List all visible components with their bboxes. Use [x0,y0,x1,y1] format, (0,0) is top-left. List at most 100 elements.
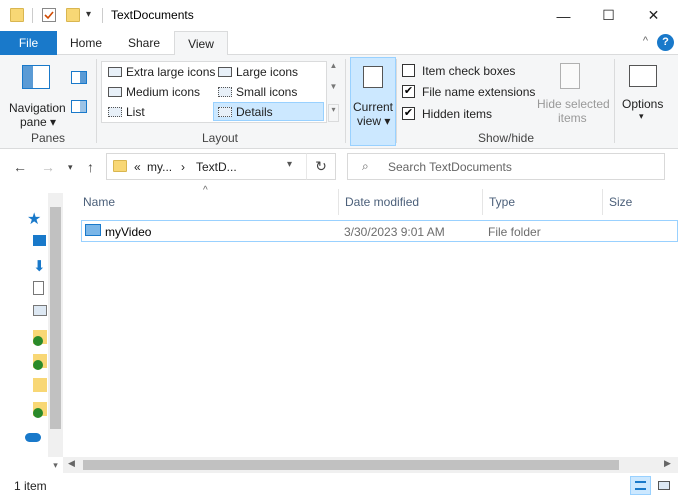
layout-extra-large-icons[interactable]: Extra large icons [104,63,215,82]
quick-access-star-icon[interactable]: ★ [27,209,41,228]
details-view-icon [635,481,646,490]
help-button[interactable]: ? [657,34,674,51]
options-dropdown-icon: ▾ [639,111,644,121]
forward-arrow-icon[interactable]: → [41,159,55,175]
pictures-icon[interactable] [33,305,47,316]
file-list: ^ Name Date modified Type Size myVideo 3… [63,185,678,457]
details-view-toggle[interactable] [630,476,651,495]
customize-toolbar-icon[interactable]: ▾ [86,9,91,20]
folder-icon[interactable] [33,354,47,370]
documents-icon[interactable] [33,281,44,295]
item-check-boxes-label: Item check boxes [422,64,516,78]
nav-scroll-down-icon[interactable]: ▾ [48,457,63,473]
hide-selected-items-button[interactable]: Hide selected items [534,59,610,127]
breadcrumb-overflow[interactable]: « [134,160,141,174]
back-arrow-icon[interactable]: ← [13,159,27,175]
layout-gallery: Extra large icons Large icons Medium ico… [101,61,327,123]
table-row[interactable]: myVideo 3/30/2023 9:01 AM File folder [81,220,678,242]
onedrive-cloud-icon[interactable] [25,433,41,442]
scroll-left-icon[interactable]: ◀ [68,458,75,469]
folder-icon [10,8,24,22]
item-count: 1 item [14,479,47,493]
details-pane-icon[interactable] [71,100,87,113]
search-box[interactable]: ⌕ Search TextDocuments [347,153,665,180]
folder-icon[interactable] [33,378,47,392]
current-view-icon [363,66,383,88]
file-name-extensions-label: File name extensions [422,85,536,99]
layout-item-label: Details [236,105,273,119]
ribbon-tabs: File Home Share View ^ ? [0,31,678,56]
divider [96,59,97,143]
preview-pane-icon[interactable] [71,71,87,84]
layout-large-icons[interactable]: Large icons [214,63,298,82]
extra-large-icons-icon [108,67,122,77]
item-check-boxes-checkbox[interactable] [402,64,415,77]
folder-icon[interactable] [33,330,47,346]
panes-group-label: Panes [30,131,66,145]
layout-expand-icon[interactable]: ▾ [328,104,339,122]
medium-icons-icon [108,87,122,97]
tab-view[interactable]: View [174,31,228,56]
search-icon: ⌕ [362,159,369,173]
address-dropdown-icon[interactable]: ▾ [287,159,292,170]
tab-home[interactable]: Home [62,31,110,55]
collapse-ribbon-button[interactable]: ^ [643,35,648,47]
layout-item-label: Medium icons [126,85,201,99]
downloads-icon[interactable]: ⬇ [33,257,47,275]
layout-item-label: Small icons [236,85,298,99]
hide-selected-icon [560,63,580,89]
divider [482,189,483,215]
navigation-pane-button[interactable]: Navigation pane ▾ [6,59,68,129]
nav-pane-scroll-thumb[interactable] [50,207,61,429]
layout-small-icons[interactable]: Small icons [214,83,297,102]
breadcrumb-separator[interactable]: › [181,160,185,174]
options-label: Options [622,97,664,111]
nav-pane-scrollbar[interactable] [48,193,63,457]
properties-icon[interactable] [42,8,56,22]
folder-icon[interactable] [33,402,47,418]
horizontal-scrollbar[interactable]: ◀ ▶ [63,457,678,473]
minimize-button[interactable]: — [541,0,586,31]
desktop-icon[interactable] [33,235,46,246]
column-header-date-modified[interactable]: Date modified [345,195,419,209]
new-folder-icon[interactable] [66,8,80,22]
current-view-label-2: view [357,114,382,128]
address-bar[interactable]: « my... › TextD... ▾ [106,153,336,180]
column-header-type[interactable]: Type [489,195,515,209]
layout-scroll-down-icon[interactable]: ▼ [328,82,339,102]
file-name-extensions-checkbox[interactable]: ✔ [402,85,415,98]
refresh-button[interactable]: ↻ [306,153,336,180]
large-icons-view-icon [658,481,670,490]
list-icon [108,107,122,117]
layout-scroll-up-icon[interactable]: ▲ [328,61,339,81]
navigation-pane: ★ ⬇ [0,185,63,457]
hide-selected-label: Hide selected [537,97,610,111]
layout-list[interactable]: List [104,103,145,122]
horizontal-scroll-thumb[interactable] [83,460,619,470]
search-placeholder: Search TextDocuments [388,160,512,174]
layout-medium-icons[interactable]: Medium icons [104,83,200,102]
hidden-items-checkbox[interactable]: ✔ [402,107,415,120]
layout-details[interactable]: Details [213,102,324,121]
small-icons-icon [218,87,232,97]
tab-file[interactable]: File [0,31,57,55]
column-header-size[interactable]: Size [609,195,632,209]
column-header-name[interactable]: Name [83,195,115,209]
layout-item-label: Large icons [236,65,299,79]
file-date-modified: 3/30/2023 9:01 AM [344,225,445,239]
up-arrow-icon[interactable]: ↑ [87,159,94,175]
status-bar: 1 item [0,473,678,498]
breadcrumb-item[interactable]: TextD... [196,160,237,174]
hide-selected-label-2: items [558,111,587,125]
recent-locations-icon[interactable]: ▾ [68,162,73,173]
breadcrumb-item[interactable]: my... [147,160,172,174]
divider [338,189,339,215]
tab-share[interactable]: Share [118,31,170,55]
current-view-button[interactable]: Current view ▾ [350,57,396,146]
divider [32,8,33,23]
options-button[interactable]: Options ▾ [618,59,670,127]
large-icons-view-toggle[interactable] [655,476,673,495]
maximize-button[interactable]: ☐ [586,0,631,31]
scroll-right-icon[interactable]: ▶ [664,458,671,469]
close-button[interactable]: ✕ [631,0,676,31]
